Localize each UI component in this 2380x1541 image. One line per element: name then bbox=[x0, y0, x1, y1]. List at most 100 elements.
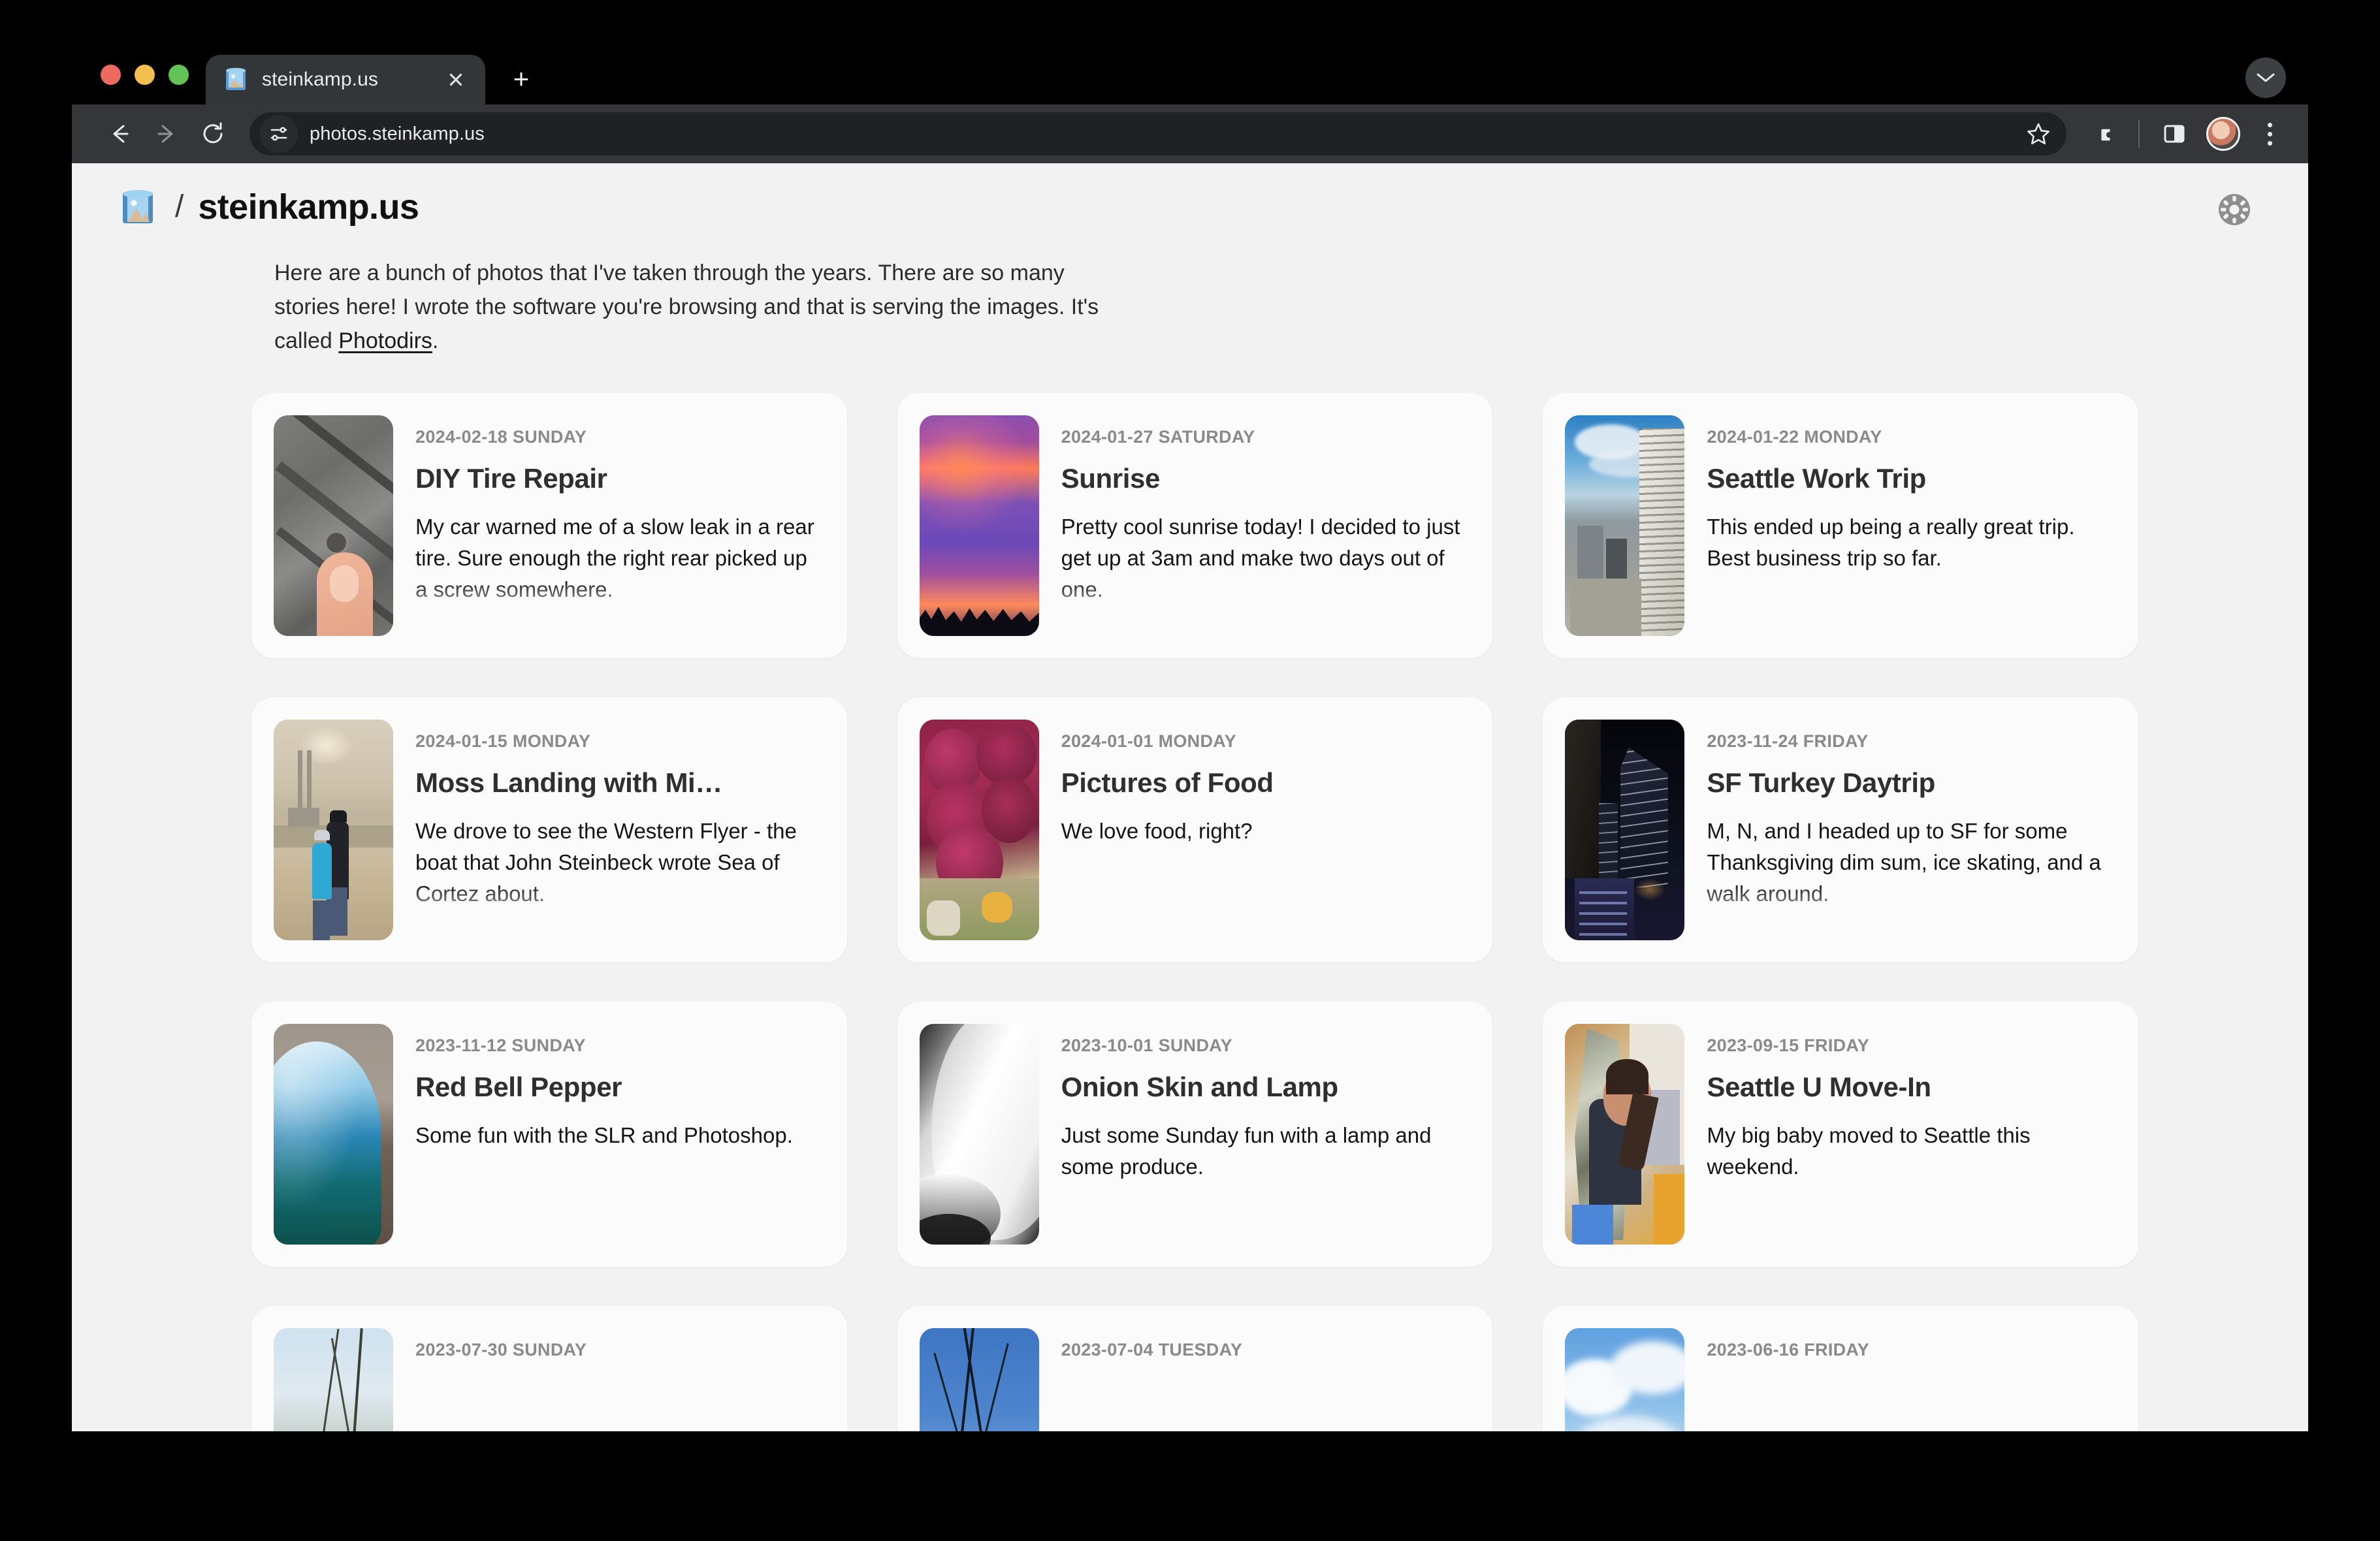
photodirs-link[interactable]: Photodirs bbox=[338, 328, 432, 353]
intro-paragraph: Here are a bunch of photos that I've tak… bbox=[72, 227, 1176, 358]
card-thumbnail[interactable] bbox=[1565, 720, 1684, 940]
three-dot-menu-icon[interactable] bbox=[2251, 115, 2289, 153]
card-description: Some fun with the SLR and Photoshop. bbox=[415, 1120, 822, 1151]
card-date: 2023-07-04 TUESDAY bbox=[1061, 1340, 1468, 1360]
card-title: Red Bell Pepper bbox=[415, 1072, 822, 1103]
tab-title: steinkamp.us bbox=[262, 69, 429, 91]
card-date: 2023-11-24 FRIDAY bbox=[1707, 731, 2114, 752]
card-description: Pretty cool sunrise today! I decided to … bbox=[1061, 511, 1468, 605]
browser-tab[interactable]: steinkamp.us ✕ bbox=[206, 55, 485, 104]
card-body: 2023-10-01 SUNDAY Onion Skin and Lamp Ju… bbox=[1061, 1024, 1468, 1245]
card-thumbnail[interactable] bbox=[274, 1024, 393, 1245]
window-controls bbox=[72, 65, 206, 104]
card-description: This ended up being a really great trip.… bbox=[1707, 511, 2114, 574]
close-icon[interactable]: ✕ bbox=[441, 65, 471, 95]
card-date: 2023-09-15 FRIDAY bbox=[1707, 1036, 2114, 1056]
card-title: Sunrise bbox=[1061, 463, 1468, 494]
photo-card[interactable]: 2023-11-24 FRIDAY SF Turkey Daytrip M, N… bbox=[1543, 697, 2138, 962]
site-header: / steinkamp.us bbox=[72, 163, 2308, 227]
photo-card[interactable]: 2023-10-01 SUNDAY Onion Skin and Lamp Ju… bbox=[897, 1002, 1493, 1267]
card-date: 2023-07-30 SUNDAY bbox=[415, 1340, 822, 1360]
forward-arrow-icon[interactable] bbox=[145, 112, 188, 155]
card-body: 2024-01-27 SATURDAY Sunrise Pretty cool … bbox=[1061, 415, 1468, 636]
card-thumbnail[interactable] bbox=[274, 415, 393, 636]
photo-card[interactable]: 2023-06-16 FRIDAY bbox=[1543, 1306, 2138, 1431]
card-thumbnail[interactable] bbox=[1565, 415, 1684, 636]
card-date: 2024-01-27 SATURDAY bbox=[1061, 427, 1468, 447]
card-description: We love food, right? bbox=[1061, 816, 1468, 847]
photo-album-icon bbox=[118, 187, 158, 227]
card-body: 2024-01-01 MONDAY Pictures of Food We lo… bbox=[1061, 720, 1468, 940]
card-date: 2023-10-01 SUNDAY bbox=[1061, 1036, 1468, 1056]
photo-card[interactable]: 2024-01-22 MONDAY Seattle Work Trip This… bbox=[1543, 393, 2138, 658]
card-thumbnail[interactable] bbox=[274, 1328, 393, 1431]
card-description: My big baby moved to Seattle this weeken… bbox=[1707, 1120, 2114, 1183]
card-body: 2024-01-15 MONDAY Moss Landing with Mi… … bbox=[415, 720, 822, 940]
photo-card[interactable]: 2023-09-15 FRIDAY Seattle U Move-In My b… bbox=[1543, 1002, 2138, 1267]
card-body: 2024-02-18 SUNDAY DIY Tire Repair My car… bbox=[415, 415, 822, 636]
tab-strip: steinkamp.us ✕ + bbox=[72, 44, 2308, 104]
card-body: 2023-11-24 FRIDAY SF Turkey Daytrip M, N… bbox=[1707, 720, 2114, 940]
url-text: photos.steinkamp.us bbox=[310, 123, 2019, 145]
card-title: Onion Skin and Lamp bbox=[1061, 1072, 1468, 1103]
browser-toolbar: photos.steinkamp.us bbox=[72, 104, 2308, 163]
card-description: Just some Sunday fun with a lamp and som… bbox=[1061, 1120, 1468, 1183]
chevron-down-icon[interactable] bbox=[2245, 57, 2286, 98]
card-thumbnail[interactable] bbox=[274, 720, 393, 940]
card-date: 2024-01-15 MONDAY bbox=[415, 731, 822, 752]
card-thumbnail[interactable] bbox=[1565, 1024, 1684, 1245]
side-panel-icon[interactable] bbox=[2153, 112, 2196, 155]
card-thumbnail[interactable] bbox=[920, 720, 1039, 940]
card-title: Pictures of Food bbox=[1061, 767, 1468, 799]
card-description: M, N, and I headed up to SF for some Tha… bbox=[1707, 816, 2114, 910]
back-arrow-icon[interactable] bbox=[98, 112, 141, 155]
card-title: SF Turkey Daytrip bbox=[1707, 767, 2114, 799]
card-body: 2024-01-22 MONDAY Seattle Work Trip This… bbox=[1707, 415, 2114, 636]
picture-frame-icon bbox=[223, 67, 249, 93]
page-title: steinkamp.us bbox=[198, 187, 419, 227]
card-description: My car warned me of a slow leak in a rea… bbox=[415, 511, 822, 605]
intro-text-after: . bbox=[432, 328, 438, 353]
sun-icon[interactable] bbox=[2215, 191, 2253, 229]
site-settings-icon[interactable] bbox=[260, 115, 298, 153]
card-body: 2023-07-04 TUESDAY bbox=[1061, 1328, 1468, 1431]
card-body: 2023-11-12 SUNDAY Red Bell Pepper Some f… bbox=[415, 1024, 822, 1245]
photo-card-grid: 2024-02-18 SUNDAY DIY Tire Repair My car… bbox=[72, 358, 2191, 1431]
toolbar-divider bbox=[2138, 120, 2140, 148]
card-thumbnail[interactable] bbox=[1565, 1328, 1684, 1431]
minimize-window-button[interactable] bbox=[135, 65, 155, 85]
photo-card[interactable]: 2023-07-04 TUESDAY bbox=[897, 1306, 1493, 1431]
photo-card[interactable]: 2024-01-01 MONDAY Pictures of Food We lo… bbox=[897, 697, 1493, 962]
puzzle-piece-icon[interactable] bbox=[2082, 112, 2125, 155]
close-window-button[interactable] bbox=[101, 65, 121, 85]
breadcrumb-separator: / bbox=[175, 191, 184, 223]
card-thumbnail[interactable] bbox=[920, 1328, 1039, 1431]
card-date: 2024-01-01 MONDAY bbox=[1061, 731, 1468, 752]
reload-icon[interactable] bbox=[192, 112, 235, 155]
address-bar[interactable]: photos.steinkamp.us bbox=[249, 112, 2066, 155]
card-description: We drove to see the Western Flyer - the … bbox=[415, 816, 822, 910]
photo-card[interactable]: 2024-02-18 SUNDAY DIY Tire Repair My car… bbox=[251, 393, 847, 658]
card-thumbnail[interactable] bbox=[920, 1024, 1039, 1245]
card-title: DIY Tire Repair bbox=[415, 463, 822, 494]
card-body: 2023-09-15 FRIDAY Seattle U Move-In My b… bbox=[1707, 1024, 2114, 1245]
card-date: 2023-06-16 FRIDAY bbox=[1707, 1340, 2114, 1360]
card-title: Seattle Work Trip bbox=[1707, 463, 2114, 494]
photo-card[interactable]: 2024-01-15 MONDAY Moss Landing with Mi… … bbox=[251, 697, 847, 962]
browser-window: steinkamp.us ✕ + bbox=[72, 44, 2308, 1431]
card-thumbnail[interactable] bbox=[920, 415, 1039, 636]
card-date: 2024-01-22 MONDAY bbox=[1707, 427, 2114, 447]
profile-avatar[interactable] bbox=[2206, 117, 2240, 151]
photo-card[interactable]: 2023-11-12 SUNDAY Red Bell Pepper Some f… bbox=[251, 1002, 847, 1267]
card-title: Seattle U Move-In bbox=[1707, 1072, 2114, 1103]
star-icon[interactable] bbox=[2019, 115, 2057, 153]
maximize-window-button[interactable] bbox=[169, 65, 189, 85]
card-title: Moss Landing with Mi… bbox=[415, 767, 822, 799]
card-date: 2023-11-12 SUNDAY bbox=[415, 1036, 822, 1056]
new-tab-button[interactable]: + bbox=[500, 57, 543, 101]
photo-card[interactable]: 2023-07-30 SUNDAY bbox=[251, 1306, 847, 1431]
photo-card[interactable]: 2024-01-27 SATURDAY Sunrise Pretty cool … bbox=[897, 393, 1493, 658]
card-body: 2023-07-30 SUNDAY bbox=[415, 1328, 822, 1431]
card-date: 2024-02-18 SUNDAY bbox=[415, 427, 822, 447]
card-body: 2023-06-16 FRIDAY bbox=[1707, 1328, 2114, 1431]
